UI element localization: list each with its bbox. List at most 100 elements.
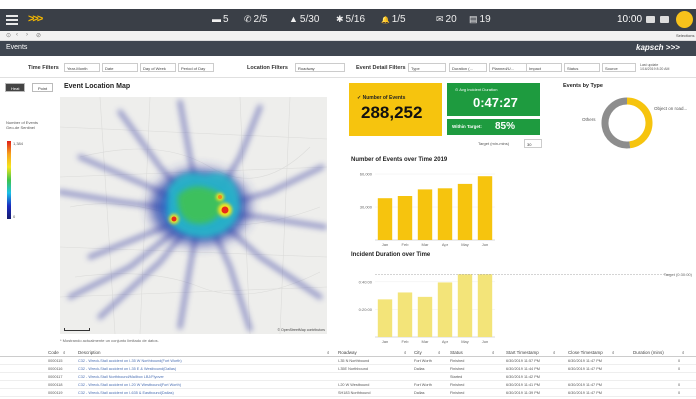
time-filters-label: Time Filters [28, 65, 59, 71]
bar-may[interactable] [457, 183, 473, 240]
duration-over-time-chart[interactable]: 0:20:00 0:40:00 Jan Feb Mar Apr May Jun Target (… [350, 262, 693, 346]
filter-status[interactable]: Status [564, 63, 600, 72]
stat-calls[interactable]: ✆ 2/5 [244, 14, 267, 25]
filter-year-month[interactable]: Year-Month [64, 63, 100, 72]
filter-source[interactable]: Source [602, 63, 636, 72]
title-bar: Events kapsch >>> [0, 41, 696, 56]
search-icon[interactable]: ⌕ [682, 350, 685, 355]
search-icon[interactable]: ⌕ [553, 350, 556, 355]
step-back-icon[interactable]: ‹ [16, 32, 18, 38]
x-tick-label: Feb [402, 339, 410, 344]
back-icon[interactable]: ⊙ [6, 32, 11, 39]
kpi-avg-duration: ⊙ Avg Incident Duration 0:47:27 [447, 83, 540, 116]
point-toggle-button[interactable]: Point [32, 83, 54, 92]
col-city[interactable]: City [414, 350, 422, 355]
sun-icon: ✱ [336, 14, 344, 24]
search-icon[interactable]: ⌕ [327, 350, 330, 355]
table-cell: 0000116 [48, 367, 63, 371]
col-duration[interactable]: Duration (mins) [633, 350, 664, 355]
donut-chart[interactable] [600, 96, 654, 150]
donut-slice-1[interactable] [601, 97, 631, 149]
stat-warnings[interactable]: ▲ 5/30 [289, 14, 319, 25]
bar-jun[interactable] [477, 176, 493, 240]
table-cell: 6/30/2019 11:42 PM [506, 375, 540, 379]
bar-mar[interactable] [417, 296, 433, 337]
target-input-label: Target (min-mins) [478, 141, 510, 146]
message-icon: ▬ [212, 14, 221, 24]
filter-type[interactable]: Type [408, 63, 446, 72]
grid-icon[interactable] [646, 16, 655, 23]
heat-map[interactable]: © OpenStreetMap contributors [60, 97, 327, 334]
table-row[interactable]: 0000115 C32 - Wreck-Stall accident on I-3… [0, 357, 696, 365]
table-cell: Finished [450, 391, 465, 395]
col-roadway[interactable]: Roadway [338, 350, 357, 355]
search-icon[interactable]: ⌕ [63, 350, 66, 355]
table-cell: Fort Worth [414, 359, 432, 363]
bar-apr[interactable] [437, 188, 453, 240]
x-tick-label: Apr [442, 339, 449, 344]
target-input[interactable]: 30 [524, 139, 542, 148]
legend-color-scale [7, 141, 11, 219]
window-icon[interactable] [660, 16, 669, 23]
table-cell: Fort Worth [414, 383, 432, 387]
donut-svg [601, 97, 653, 149]
filter-period-of-day[interactable]: Period of Day [178, 63, 214, 72]
bar-may[interactable] [457, 274, 473, 337]
search-icon[interactable]: ⌕ [438, 350, 441, 355]
x-tick-label: Jan [382, 242, 388, 247]
mail-icon: ✉ [436, 14, 444, 24]
map-note: * Mostrando actualmente un conjunto limi… [60, 338, 159, 343]
filter-impact[interactable]: Impact [526, 63, 562, 72]
heat-toggle-button[interactable]: Heat [5, 83, 26, 92]
filter-roadway[interactable]: Roadway [295, 63, 345, 72]
nav-bar: ⊙ ‹ › ⊘ Selections [0, 31, 696, 41]
x-tick-label: May [461, 339, 469, 344]
col-status[interactable]: Status [450, 350, 463, 355]
col-code[interactable]: Code [48, 350, 59, 355]
donut-slice-0[interactable] [626, 97, 653, 149]
search-icon[interactable]: ⌕ [492, 350, 495, 355]
bar-jan[interactable] [377, 299, 393, 337]
stat-weather[interactable]: ✱ 5/16 [336, 14, 365, 25]
bar-jan[interactable] [377, 198, 393, 240]
table-row[interactable]: 0000119 C32 - Wreck-Stall accident on I-6… [0, 389, 696, 397]
col-start-timestamp[interactable]: Start Timestamp [506, 350, 539, 355]
hamburger-menu-icon[interactable] [6, 15, 18, 25]
col-close-timestamp[interactable]: Close Timestamp [568, 350, 603, 355]
x-tick-label: Mar [422, 242, 430, 247]
selections-button[interactable]: Selections [676, 33, 694, 38]
bar-jun[interactable] [477, 274, 493, 337]
bar-feb[interactable] [397, 292, 413, 337]
table-row[interactable]: 0000116 C32 - Wreck-Stall accident on I-3… [0, 365, 696, 373]
filter-duration[interactable]: Duration (... [449, 63, 487, 72]
search-icon[interactable]: ⌕ [404, 350, 407, 355]
kpi-within-target: Within Target: 85% [447, 119, 540, 135]
kpi-events-value: 288,252 [361, 103, 423, 122]
table-cell: Finished [450, 367, 465, 371]
bar-apr[interactable] [437, 282, 453, 337]
table-row[interactable]: 0000118 C32 - Wreck-Stall accident on I-2… [0, 381, 696, 389]
filter-planned-unplanned[interactable]: Planned/U... [489, 63, 527, 72]
stat-documents[interactable]: ▤ 19 [469, 14, 491, 25]
stat-mail[interactable]: ✉ 20 [436, 14, 457, 25]
search-icon[interactable]: ⌕ [612, 350, 615, 355]
table-cell: 0000117 [48, 375, 63, 379]
clear-selections-icon[interactable]: ⊘ [36, 32, 41, 39]
step-forward-icon[interactable]: › [26, 32, 28, 38]
x-tick-label: Feb [402, 242, 410, 247]
filter-date[interactable]: Date [102, 63, 138, 72]
bar-mar[interactable] [417, 189, 433, 240]
bar-feb[interactable] [397, 196, 413, 240]
col-description[interactable]: Description [78, 350, 101, 355]
y-tick-label: 60,000 [360, 172, 373, 177]
table-row[interactable]: 0000117 C32 - Wreck-Stall Northbound/Mail… [0, 373, 696, 381]
clock: 10:00 [617, 14, 643, 25]
stat-alerts[interactable]: 🔔 1/5 [381, 14, 406, 25]
stat-messages[interactable]: ▬ 5 [212, 14, 229, 25]
table-cell: 6/30/2019 11:57 PM [506, 359, 540, 363]
events-over-time-chart[interactable]: 30,000 60,000 Jan Feb Mar Apr May Jun [350, 168, 690, 248]
table-cell: Finished [450, 383, 465, 387]
heat-map-canvas [60, 97, 327, 334]
avatar[interactable] [676, 11, 693, 28]
filter-day-of-week[interactable]: Day of Week [140, 63, 176, 72]
